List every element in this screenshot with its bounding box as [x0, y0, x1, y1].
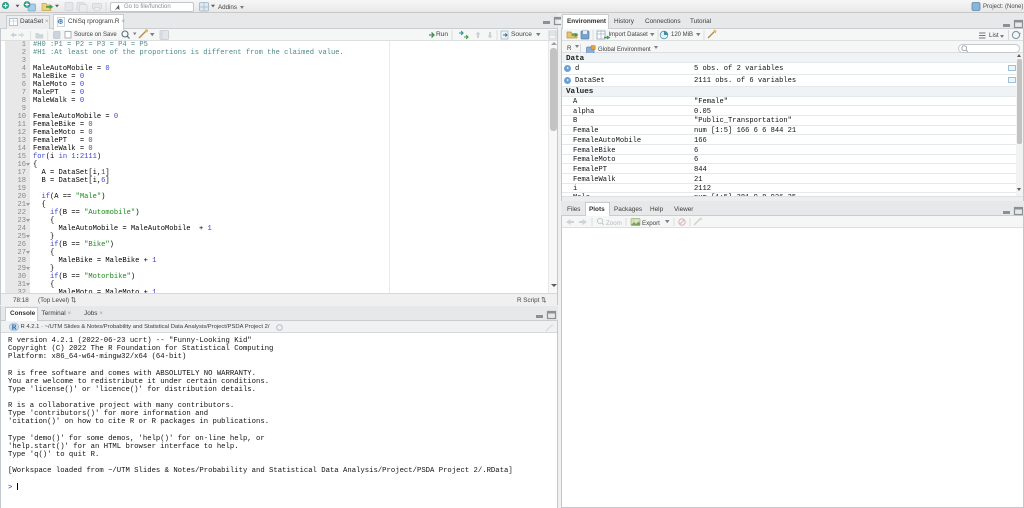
svg-text:R: R [59, 20, 63, 26]
